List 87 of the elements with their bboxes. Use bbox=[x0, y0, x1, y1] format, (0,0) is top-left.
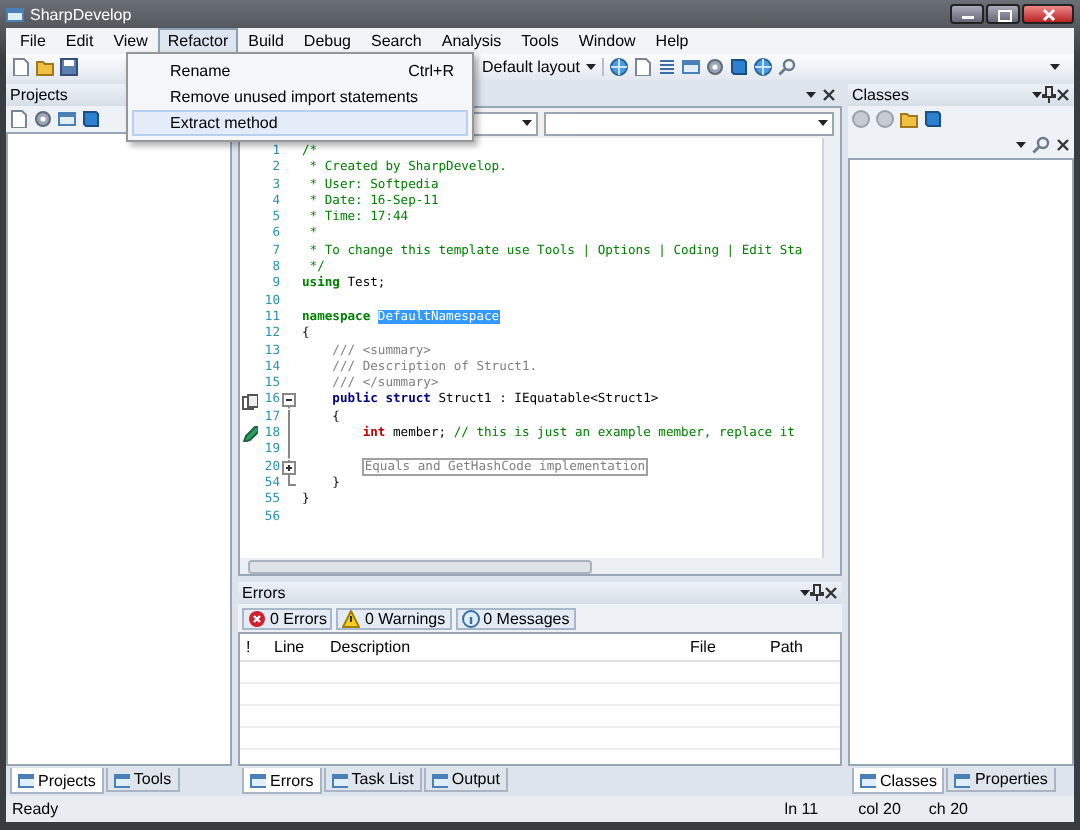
menu-item[interactable]: Help bbox=[645, 27, 699, 55]
panel-tab[interactable]: Tools bbox=[105, 768, 180, 792]
window-icon bbox=[860, 772, 876, 788]
pencil-icon bbox=[241, 426, 257, 443]
column-header[interactable]: Path bbox=[764, 638, 840, 656]
save-icon[interactable] bbox=[60, 58, 78, 76]
window-icon bbox=[113, 771, 130, 787]
maximize-icon bbox=[995, 7, 1011, 21]
menu-item[interactable]: File bbox=[10, 27, 56, 55]
close-button[interactable] bbox=[1022, 4, 1074, 24]
close-icon bbox=[1040, 7, 1056, 21]
window-icon[interactable] bbox=[58, 110, 76, 128]
window-icon bbox=[331, 771, 348, 787]
window-icon bbox=[18, 772, 34, 788]
panel-title: Errors bbox=[242, 584, 286, 602]
shortcut-text: Ctrl+R bbox=[408, 62, 454, 80]
column-indicator: col 20 bbox=[858, 800, 901, 818]
char-indicator: ch 20 bbox=[928, 800, 968, 818]
document-icon[interactable] bbox=[10, 110, 28, 128]
menu-item[interactable]: Tools bbox=[511, 27, 569, 55]
status-message: Ready bbox=[12, 800, 61, 818]
window-icon bbox=[250, 772, 266, 788]
close-icon[interactable] bbox=[1056, 88, 1070, 102]
globe-icon[interactable] bbox=[753, 58, 772, 76]
window-title: SharpDevelop bbox=[30, 5, 132, 23]
menu-item[interactable]: Debug bbox=[293, 27, 361, 55]
pin-icon[interactable] bbox=[810, 584, 824, 602]
menu-item[interactable]: View bbox=[103, 27, 158, 55]
menu-entry[interactable]: Rename Ctrl+R bbox=[132, 58, 468, 84]
column-header[interactable]: Line bbox=[268, 638, 324, 656]
menu-item[interactable]: Search bbox=[361, 27, 432, 55]
close-icon[interactable] bbox=[824, 586, 838, 600]
window-icon bbox=[954, 771, 971, 787]
maximize-button[interactable] bbox=[986, 4, 1020, 24]
new-file-icon[interactable] bbox=[12, 58, 30, 76]
clear-icon[interactable] bbox=[1056, 138, 1070, 152]
warning-icon bbox=[342, 609, 361, 627]
close-icon[interactable] bbox=[822, 88, 836, 102]
menu-item[interactable]: Edit bbox=[55, 27, 104, 55]
window-icon bbox=[431, 771, 448, 787]
horizontal-scrollbar[interactable] bbox=[240, 558, 840, 574]
info-icon bbox=[461, 609, 480, 627]
panel-tab[interactable]: Task List bbox=[323, 768, 422, 792]
menu-item[interactable]: Build bbox=[238, 27, 294, 55]
panel-title: Projects bbox=[10, 86, 68, 104]
caret-icon[interactable] bbox=[806, 92, 816, 98]
panel-tab[interactable]: Output bbox=[423, 768, 508, 792]
minimize-button[interactable] bbox=[950, 4, 984, 24]
caret-icon[interactable] bbox=[1016, 142, 1026, 148]
filter-button[interactable]: 0 Messages bbox=[455, 607, 576, 629]
caret-icon[interactable] bbox=[1032, 92, 1042, 98]
folder-icon[interactable] bbox=[900, 110, 918, 128]
caret-icon[interactable] bbox=[585, 64, 596, 70]
window-icon[interactable] bbox=[681, 58, 700, 76]
column-header[interactable]: ! bbox=[240, 638, 268, 656]
caret-icon bbox=[1050, 64, 1060, 70]
menu-entry[interactable]: Extract method bbox=[132, 110, 468, 136]
filter-button[interactable]: 0 Errors bbox=[242, 607, 333, 629]
folder-icon[interactable] bbox=[36, 58, 54, 76]
fold-toggle[interactable] bbox=[282, 392, 296, 410]
menu-item[interactable]: Window bbox=[568, 27, 646, 55]
globe-icon[interactable] bbox=[609, 58, 628, 76]
column-header[interactable]: Description bbox=[324, 638, 684, 656]
list-icon[interactable] bbox=[657, 58, 676, 76]
app-icon bbox=[6, 5, 24, 23]
filter-button[interactable]: 0 Warnings bbox=[336, 607, 452, 629]
column-header[interactable]: File bbox=[684, 638, 764, 656]
panel-tab[interactable]: Errors bbox=[242, 768, 322, 794]
caret-icon bbox=[521, 120, 531, 126]
menu-item[interactable]: Refactor bbox=[157, 27, 239, 55]
caret-icon bbox=[818, 120, 828, 126]
panel-tab[interactable]: Projects bbox=[10, 768, 104, 794]
panel-title: Classes bbox=[852, 86, 909, 104]
panel-tab[interactable]: Properties bbox=[946, 768, 1056, 792]
search-icon[interactable] bbox=[777, 58, 796, 76]
caret-icon[interactable] bbox=[800, 590, 810, 596]
fold-toggle[interactable] bbox=[282, 459, 296, 476]
panel-tab[interactable]: Classes bbox=[852, 768, 945, 794]
menu-entry[interactable]: Remove unused import statements bbox=[132, 84, 468, 110]
line-indicator: ln 11 bbox=[784, 800, 819, 818]
search-icon[interactable] bbox=[1032, 136, 1050, 154]
document-icon[interactable] bbox=[633, 58, 652, 76]
pin-icon[interactable] bbox=[1042, 86, 1056, 104]
menu-item[interactable]: Analysis bbox=[431, 27, 512, 55]
vertical-scrollbar[interactable] bbox=[822, 138, 840, 558]
error-icon bbox=[248, 609, 266, 627]
layout-dropdown[interactable]: Default layout bbox=[482, 58, 580, 76]
